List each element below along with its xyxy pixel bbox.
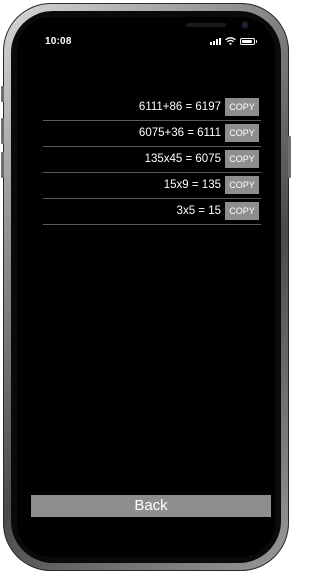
history-list: 6111+86 = 6197 COPY 6075+36 = 6111 COPY … [43,95,261,225]
battery-icon [240,37,257,45]
mute-switch [1,86,4,102]
history-row: 15x9 = 135 COPY [43,173,261,199]
volume-up-button [1,118,4,144]
back-button[interactable]: Back [31,495,271,517]
history-expression: 135x45 = 6075 [144,153,221,165]
power-button [288,136,291,178]
volume-down-button [1,152,4,178]
notch [81,17,248,41]
app-screen: 10:08 6111+86 = 6197 COPY 6075+36 = 6111… [17,17,275,557]
wifi-icon [225,37,236,45]
cellular-signal-icon [210,37,221,45]
copy-button[interactable]: COPY [225,150,259,168]
history-row: 6075+36 = 6111 COPY [43,121,261,147]
history-expression: 6075+36 = 6111 [138,127,221,139]
history-expression: 15x9 = 135 [163,179,221,191]
front-camera [242,22,248,28]
history-row: 3x5 = 15 COPY [43,199,261,225]
history-row: 135x45 = 6075 COPY [43,147,261,173]
history-expression: 3x5 = 15 [176,205,221,217]
history-expression: 6111+86 = 6197 [138,101,221,113]
status-icons [210,37,257,45]
page: 10:08 6111+86 = 6197 COPY 6075+36 = 6111… [0,0,300,576]
status-time: 10:08 [45,36,72,47]
speaker-grille [186,23,226,27]
copy-button[interactable]: COPY [225,176,259,194]
copy-button[interactable]: COPY [225,202,259,220]
history-row: 6111+86 = 6197 COPY [43,95,261,121]
copy-button[interactable]: COPY [225,98,259,116]
copy-button[interactable]: COPY [225,124,259,142]
